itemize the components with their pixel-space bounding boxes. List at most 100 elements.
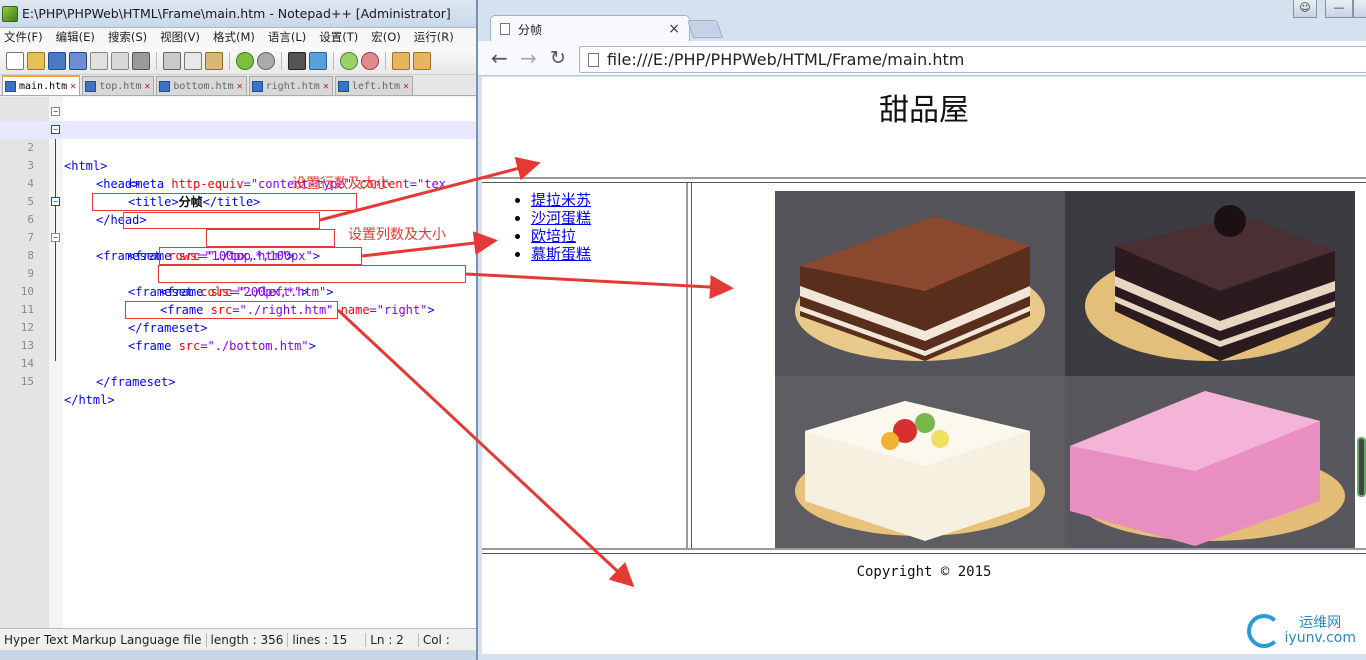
tab-close-icon[interactable]: ✕ [403,81,409,92]
close-all-icon[interactable] [111,51,129,70]
sync-scroll-icon[interactable] [392,51,410,70]
status-language: Hyper Text Markup Language file [0,632,207,647]
code-line: 1 − <html> [0,103,478,173]
link-sachertorte[interactable]: 沙河蛋糕 [531,209,591,227]
code-line: 13 [0,319,478,352]
menu-view[interactable]: 视图(V) [160,28,200,47]
top-frame: 甜品屋 [482,77,1366,177]
tab-close-icon[interactable]: ✕ [70,81,76,92]
menu-run[interactable]: 运行(R) [414,28,454,47]
replace-icon[interactable] [309,51,327,70]
status-ln: Ln : 2 [366,632,419,647]
code-line: 15 </html> [0,355,478,407]
zoom-in-icon[interactable] [340,51,358,70]
zoom-out-icon[interactable] [361,51,379,70]
tab-close-icon[interactable]: ✕ [237,81,243,92]
watermark-line2: iyunv.com [1284,630,1356,646]
url-text: file:///E:/PHP/PHPWeb/HTML/Frame/main.ht… [607,50,965,69]
tab-main-htm[interactable]: main.htm ✕ [2,75,81,95]
watermark-line1: 运维网 [1299,615,1342,631]
saved-file-icon [85,80,97,92]
tab-top-htm[interactable]: top.htm ✕ [82,76,155,95]
list-item: 提拉米苏 [531,191,686,209]
cut-icon[interactable] [163,51,181,70]
line-number: 15 [20,375,34,388]
status-length: length : 356 [207,632,289,647]
left-frame: 提拉米苏 沙河蛋糕 欧培拉 慕斯蛋糕 [482,183,686,549]
print-icon[interactable] [132,51,150,70]
link-mousse[interactable]: 慕斯蛋糕 [531,245,591,263]
npp-window-title: E:\PHP\PHPWeb\HTML\Frame\main.htm - Note… [22,6,451,21]
code-editor[interactable]: 1 − <html> 2 − <head> 3 <meta http-equiv… [0,97,478,628]
paste-icon[interactable] [205,51,223,70]
tab-close-icon[interactable]: × [668,21,680,37]
bottom-frame: Copyright © 2015 [482,554,1366,654]
new-file-icon[interactable] [6,51,24,70]
watermark-text: 运维网 iyunv.com [1285,616,1356,646]
link-tiramisu[interactable]: 提拉米苏 [531,191,591,209]
menu-settings[interactable]: 设置(T) [319,28,358,47]
tab-label: top.htm [99,80,142,92]
minimize-icon[interactable]: — [1325,0,1353,18]
dessert-link-list: 提拉米苏 沙河蛋糕 欧培拉 慕斯蛋糕 [531,191,686,263]
npp-titlebar: E:\PHP\PHPWeb\HTML\Frame\main.htm - Note… [0,0,478,28]
tab-close-icon[interactable]: ✕ [144,81,150,92]
toolbar-separator [333,51,334,70]
reload-icon[interactable]: ↻ [550,47,566,69]
side-scroll-handle[interactable] [1357,437,1366,497]
menu-macro[interactable]: 宏(O) [371,28,401,47]
toolbar-separator [281,51,282,70]
tab-label: left.htm [351,80,401,92]
fold-toggle-icon[interactable]: − [51,197,60,206]
page-viewport: 甜品屋 提拉米苏 沙河蛋糕 欧培拉 慕斯蛋糕 [482,77,1366,654]
fold-toggle-icon[interactable]: − [51,125,60,134]
open-file-icon[interactable] [27,51,45,70]
menu-search[interactable]: 搜索(S) [108,28,147,47]
tab-close-icon[interactable]: ✕ [323,81,329,92]
status-col: Col : [422,632,450,647]
code-line: 6 − <frameset rows="100px,*,100px"> [0,193,478,263]
word-wrap-icon[interactable] [413,51,431,70]
iyunv-logo-icon [1246,614,1281,648]
tab-right-htm[interactable]: right.htm ✕ [248,76,333,95]
saved-file-icon [251,80,263,92]
status-lines: lines : 15 [288,632,367,647]
maximize-icon[interactable] [1353,0,1366,18]
menu-file[interactable]: 文件(F) [4,28,43,47]
tab-label: right.htm [265,80,320,92]
user-icon[interactable]: ☺ [1293,0,1317,18]
new-tab-button[interactable] [687,20,723,38]
code-text: </frameset> [96,375,176,389]
toolbar-separator [385,51,386,70]
npp-tabbar: main.htm ✕ top.htm ✕ bottom.htm ✕ right.… [0,75,478,96]
save-all-icon[interactable] [69,51,87,70]
code-line: 10 <frame src="./right.htm" name="right"… [0,265,478,317]
code-line: 11 </frameset> [0,283,478,335]
fold-toggle-icon[interactable]: − [51,107,60,116]
npp-toolbar [0,47,478,75]
save-icon[interactable] [48,51,66,70]
toolbar-separator [156,51,157,70]
fold-toggle-icon[interactable]: − [51,233,60,242]
tab-label: bottom.htm [173,80,234,92]
list-item: 欧培拉 [531,227,686,245]
copyright-text: Copyright © 2015 [856,564,992,580]
menu-edit[interactable]: 编辑(E) [56,28,95,47]
tab-left-htm[interactable]: left.htm ✕ [334,76,414,95]
npp-window-frame [0,650,478,660]
link-opera[interactable]: 欧培拉 [531,227,576,245]
undo-icon[interactable] [236,51,254,70]
find-icon[interactable] [288,51,306,70]
menu-format[interactable]: 格式(M) [213,28,255,47]
forward-arrow-icon[interactable]: → [520,47,537,69]
menu-language[interactable]: 语言(L) [268,28,306,47]
browser-tab-active[interactable]: 分帧 × [490,15,690,42]
code-line: 9 <frame src="./left.htm"> [0,247,478,299]
browser-tabstrip: 分帧 × ☺ — [478,0,1366,42]
close-file-icon[interactable] [90,51,108,70]
redo-icon[interactable] [257,51,275,70]
back-arrow-icon[interactable]: ← [491,47,508,69]
address-bar[interactable]: file:///E:/PHP/PHPWeb/HTML/Frame/main.ht… [579,46,1366,73]
tab-bottom-htm[interactable]: bottom.htm ✕ [156,76,247,95]
copy-icon[interactable] [184,51,202,70]
